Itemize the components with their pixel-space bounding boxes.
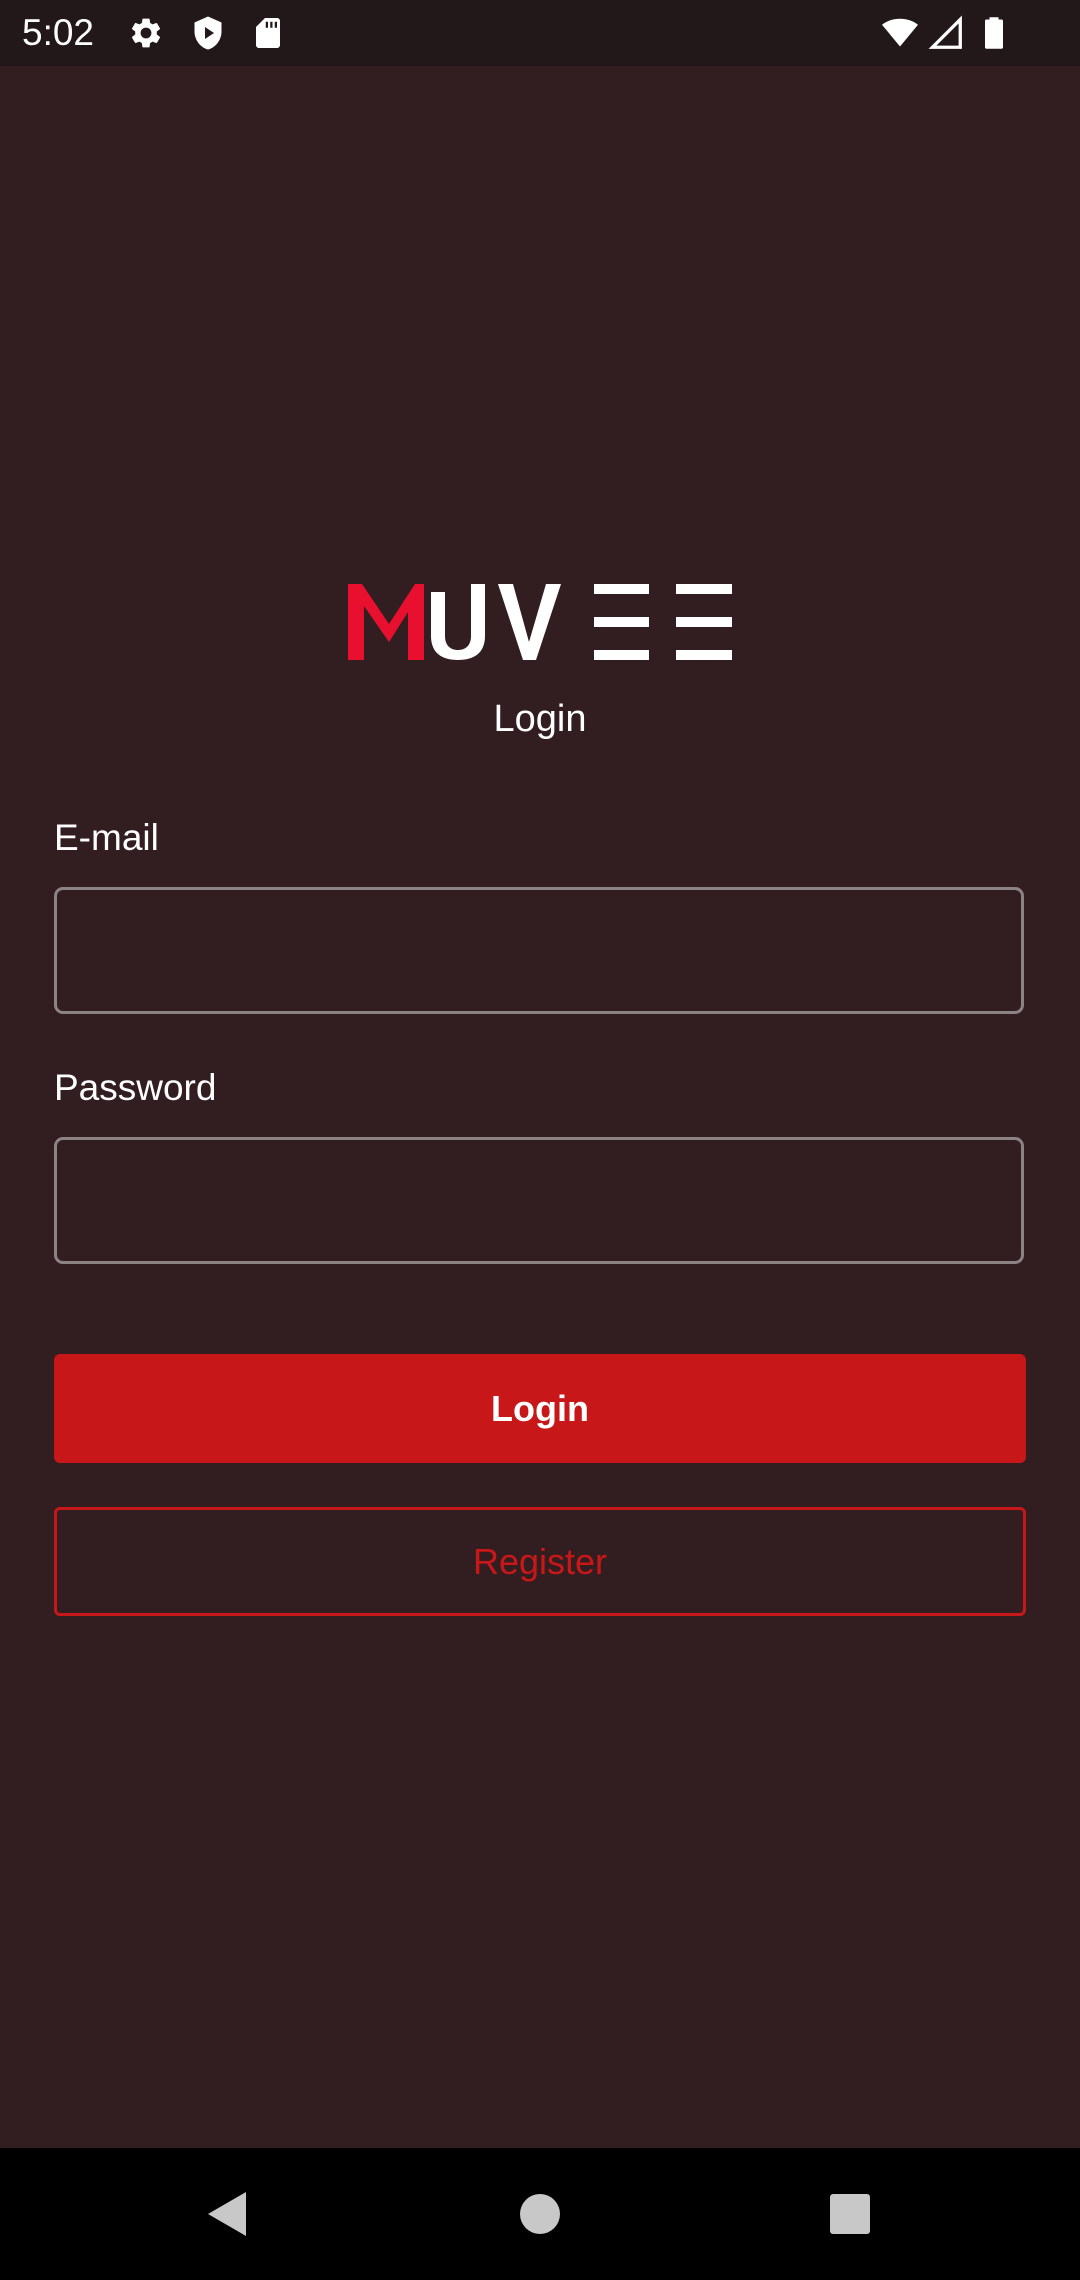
status-bar: 5:02 bbox=[0, 0, 1080, 66]
app-logo: MUVEE bbox=[348, 584, 732, 660]
battery-icon bbox=[976, 15, 1012, 51]
sd-card-icon bbox=[250, 15, 286, 51]
email-field[interactable] bbox=[54, 887, 1024, 1014]
login-button[interactable]: Login bbox=[54, 1354, 1026, 1463]
password-label: Password bbox=[54, 1067, 217, 1108]
password-field[interactable] bbox=[54, 1137, 1024, 1264]
recents-icon[interactable] bbox=[812, 2176, 888, 2252]
wifi-icon bbox=[882, 15, 918, 51]
logo-text: MUVEE bbox=[348, 660, 349, 661]
email-label: E-mail bbox=[54, 817, 159, 858]
status-time: 5:02 bbox=[22, 12, 95, 53]
cell-signal-icon bbox=[928, 15, 964, 51]
back-icon[interactable] bbox=[188, 2176, 264, 2252]
shield-play-icon bbox=[190, 15, 226, 51]
register-button[interactable]: Register bbox=[54, 1507, 1026, 1616]
login-screen: 5:02 Login E-mail Password Login Registe… bbox=[0, 0, 1080, 2280]
home-icon[interactable] bbox=[502, 2176, 578, 2252]
page-subtitle: Login bbox=[493, 698, 587, 740]
settings-icon bbox=[128, 15, 164, 51]
navigation-bar bbox=[0, 2148, 1080, 2280]
